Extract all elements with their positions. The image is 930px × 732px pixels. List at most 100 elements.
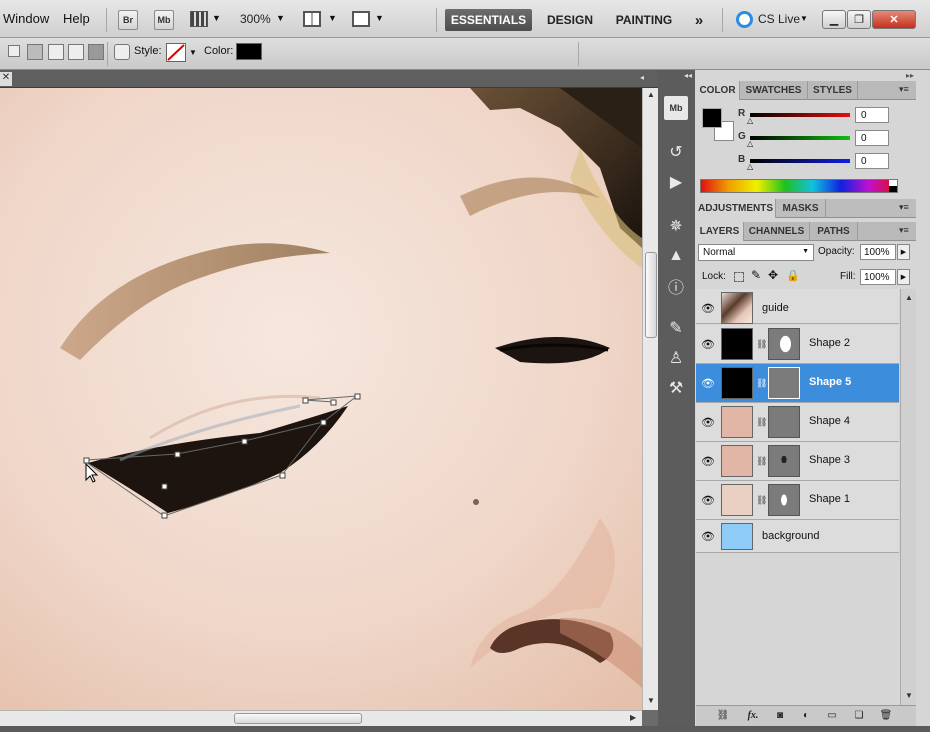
blue-slider[interactable] (750, 159, 850, 163)
intersect-shape-icon[interactable] (68, 44, 84, 60)
chevron-down-icon[interactable]: ▼ (328, 13, 337, 23)
layer-row-shape-3[interactable]: 👁 ⛓ Shape 3 (696, 442, 899, 481)
fill-field[interactable]: 100% (860, 269, 896, 285)
visibility-eye-icon[interactable]: 👁 (699, 299, 717, 317)
lock-transparency-icon[interactable] (734, 272, 744, 282)
red-slider[interactable] (750, 113, 850, 117)
layer-row-guide[interactable]: 👁 guide (696, 289, 899, 324)
lock-position-icon[interactable]: ✥ (768, 268, 778, 282)
style-swatch[interactable] (166, 43, 186, 62)
tab-swatches[interactable]: SWATCHES (740, 81, 808, 100)
add-to-shape-icon[interactable] (27, 44, 43, 60)
visibility-eye-icon[interactable]: 👁 (699, 491, 717, 509)
cs-live-icon[interactable] (736, 11, 753, 28)
layer-name[interactable]: Shape 4 (809, 415, 850, 427)
panel-menu-icon[interactable]: ▾≡ (899, 84, 909, 95)
layer-row-shape-1[interactable]: 👁 ⛓ Shape 1 (696, 481, 899, 520)
blend-mode-select[interactable]: Normal ▼ (698, 244, 814, 261)
green-value-field[interactable]: 0 (855, 130, 889, 146)
expand-panels-icon[interactable]: ▸▸ (906, 71, 914, 80)
arrange-documents-icon[interactable] (303, 11, 321, 27)
link-style-icon[interactable] (114, 44, 130, 60)
visibility-eye-icon[interactable]: 👁 (699, 413, 717, 431)
chevron-down-icon[interactable]: ▼ (800, 14, 808, 23)
green-slider[interactable] (750, 136, 850, 140)
histogram-icon[interactable]: ▲ (662, 244, 690, 268)
link-layers-icon[interactable]: ⛓ (714, 708, 732, 722)
chevron-down-icon[interactable]: ▼ (276, 13, 285, 23)
workspace-design[interactable]: DESIGN (538, 9, 602, 31)
clone-source-icon[interactable]: ♙ (662, 346, 690, 370)
link-icon[interactable]: ⛓ (756, 456, 767, 467)
close-document-icon[interactable]: ✕ (0, 72, 12, 86)
workspace-essentials[interactable]: ESSENTIALS (445, 9, 532, 31)
color-ramp[interactable] (700, 179, 898, 193)
opacity-field[interactable]: 100% (860, 244, 896, 260)
chevron-down-icon[interactable]: ▼ (212, 13, 221, 23)
menu-help[interactable]: Help (63, 11, 90, 26)
lock-pixels-icon[interactable]: ✎ (751, 268, 761, 282)
chevron-down-icon[interactable]: ▼ (189, 48, 197, 57)
tool-presets-icon[interactable]: ⚒ (662, 376, 690, 400)
link-icon[interactable]: ⛓ (756, 339, 767, 350)
red-slider-handle[interactable]: △ (747, 116, 753, 125)
navigator-icon[interactable]: ✵ (662, 214, 690, 238)
link-icon[interactable]: ⛓ (756, 378, 767, 389)
vertical-scrollbar[interactable]: ▲ ▼ (642, 88, 658, 710)
green-slider-handle[interactable]: △ (747, 139, 753, 148)
vertical-scroll-thumb[interactable] (645, 252, 657, 338)
workspace-painting[interactable]: PAINTING (610, 9, 678, 31)
layer-name[interactable]: Shape 3 (809, 454, 850, 466)
document-canvas[interactable] (0, 88, 642, 710)
cs-live-button[interactable]: CS Live (758, 12, 800, 26)
tab-color[interactable]: COLOR (696, 81, 740, 100)
scroll-down-icon[interactable]: ▼ (647, 696, 655, 705)
opacity-slider-button[interactable]: ▶ (897, 244, 910, 260)
layers-scrollbar[interactable]: ▲ ▼ (900, 289, 916, 705)
layer-name[interactable]: Shape 1 (809, 493, 850, 505)
visibility-eye-icon[interactable]: 👁 (699, 335, 717, 353)
view-extras-icon[interactable] (190, 11, 208, 27)
mini-bridge-icon[interactable]: Mb (664, 96, 688, 120)
new-shape-layer-icon[interactable] (8, 45, 20, 57)
screen-mode-icon[interactable] (352, 11, 370, 27)
layer-row-shape-5[interactable]: 👁 ⛓ Shape 5 (696, 364, 899, 403)
layer-name[interactable]: Shape 5 (809, 376, 851, 388)
panel-menu-icon[interactable]: ▾≡ (899, 202, 909, 213)
link-icon[interactable]: ⛓ (756, 417, 767, 428)
layer-name[interactable]: Shape 2 (809, 337, 850, 349)
more-workspaces-icon[interactable]: » (688, 9, 710, 31)
tab-paths[interactable]: PATHS (810, 222, 858, 241)
collapse-arrow-icon[interactable]: ◂ (640, 73, 644, 82)
scroll-down-icon[interactable]: ▼ (905, 691, 913, 700)
close-button[interactable]: ✕ (872, 10, 916, 29)
layer-row-shape-4[interactable]: 👁 ⛓ Shape 4 (696, 403, 899, 442)
shape-color-swatch[interactable] (236, 43, 262, 60)
history-icon[interactable]: ↺ (662, 140, 690, 164)
visibility-eye-icon[interactable]: 👁 (699, 527, 717, 545)
subtract-shape-icon[interactable] (48, 44, 64, 60)
zoom-level[interactable]: 300% (240, 12, 271, 26)
scroll-up-icon[interactable]: ▲ (905, 293, 913, 302)
tab-masks[interactable]: MASKS (776, 199, 826, 218)
menu-window[interactable]: Window (3, 11, 49, 26)
mini-bridge-button[interactable]: Mb (154, 10, 174, 30)
info-icon[interactable]: ⓘ (662, 274, 690, 298)
layer-name[interactable]: guide (762, 302, 789, 314)
new-layer-icon[interactable]: ❏ (850, 708, 868, 722)
blue-slider-handle[interactable]: △ (747, 162, 753, 171)
red-value-field[interactable]: 0 (855, 107, 889, 123)
layer-row-shape-2[interactable]: 👁 ⛓ Shape 2 (696, 325, 899, 364)
scroll-right-icon[interactable]: ▶ (630, 713, 636, 722)
fill-slider-button[interactable]: ▶ (897, 269, 910, 285)
tab-adjustments[interactable]: ADJUSTMENTS (696, 199, 776, 218)
tab-styles[interactable]: STYLES (808, 81, 858, 100)
visibility-eye-icon[interactable]: 👁 (699, 452, 717, 470)
black-white-swatch[interactable] (889, 180, 897, 192)
scroll-up-icon[interactable]: ▲ (647, 90, 655, 99)
layer-style-icon[interactable]: fx. (744, 708, 762, 722)
bridge-button[interactable]: Br (118, 10, 138, 30)
collapse-panels-icon[interactable]: ◂◂ (684, 71, 692, 80)
restore-button[interactable]: ❐ (847, 10, 871, 29)
minimize-button[interactable]: ▁ (822, 10, 846, 29)
